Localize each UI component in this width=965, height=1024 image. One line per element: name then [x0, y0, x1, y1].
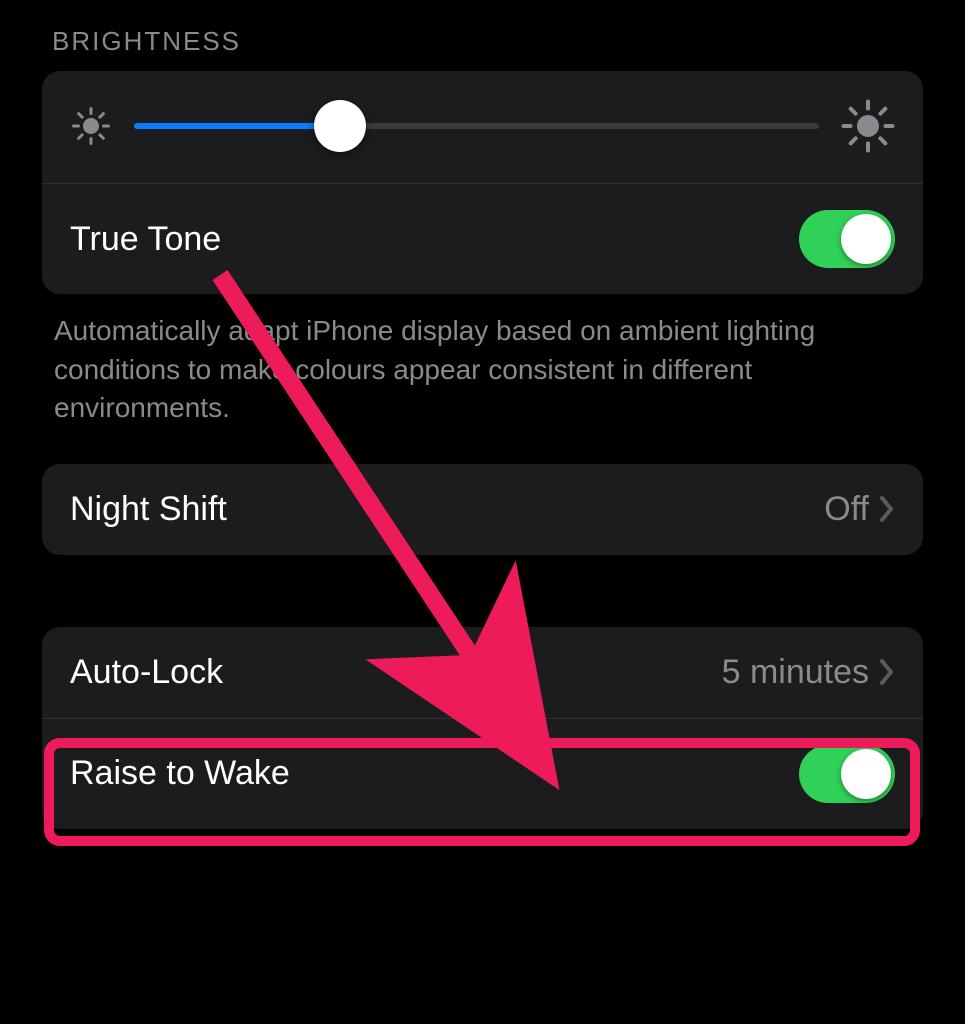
- night-shift-row[interactable]: Night Shift Off: [42, 464, 923, 555]
- brightness-low-icon: [70, 105, 112, 147]
- true-tone-toggle[interactable]: [799, 210, 895, 268]
- brightness-slider-row: [42, 71, 923, 184]
- chevron-right-icon: [879, 495, 895, 523]
- brightness-high-icon: [841, 99, 895, 153]
- brightness-section-header: Brightness: [42, 20, 923, 71]
- auto-lock-label: Auto-Lock: [70, 653, 722, 692]
- night-shift-group: Night Shift Off: [42, 464, 923, 555]
- night-shift-label: Night Shift: [70, 490, 824, 529]
- raise-to-wake-label: Raise to Wake: [70, 754, 799, 793]
- auto-lock-value: 5 minutes: [722, 653, 869, 692]
- settings-display-screen: Brightness: [0, 0, 965, 1024]
- night-shift-value: Off: [824, 490, 869, 529]
- autolock-group: Auto-Lock 5 minutes Raise to Wake: [42, 627, 923, 829]
- true-tone-row: True Tone: [42, 184, 923, 294]
- brightness-group: True Tone: [42, 71, 923, 294]
- brightness-slider[interactable]: [134, 102, 819, 150]
- chevron-right-icon: [879, 658, 895, 686]
- true-tone-footer: Automatically adapt iPhone display based…: [42, 294, 923, 464]
- true-tone-label: True Tone: [70, 220, 799, 259]
- raise-to-wake-toggle[interactable]: [799, 745, 895, 803]
- auto-lock-row[interactable]: Auto-Lock 5 minutes: [42, 627, 923, 719]
- raise-to-wake-row: Raise to Wake: [42, 719, 923, 829]
